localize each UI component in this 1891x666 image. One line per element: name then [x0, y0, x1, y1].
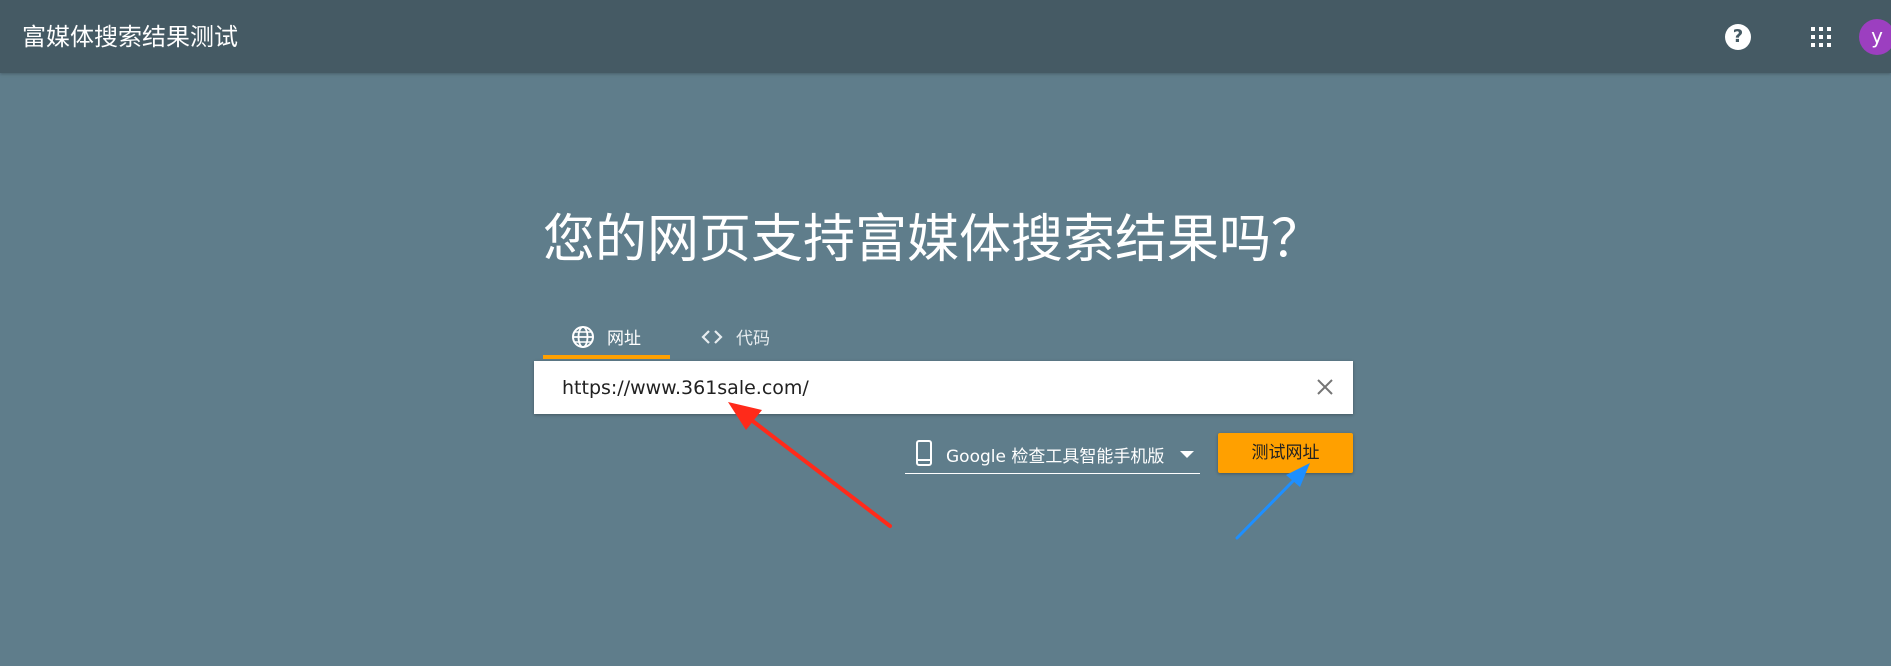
blue-annotation-arrow [1235, 463, 1310, 540]
annotation-overlay [728, 402, 1310, 540]
red-annotation-arrow [728, 402, 892, 528]
